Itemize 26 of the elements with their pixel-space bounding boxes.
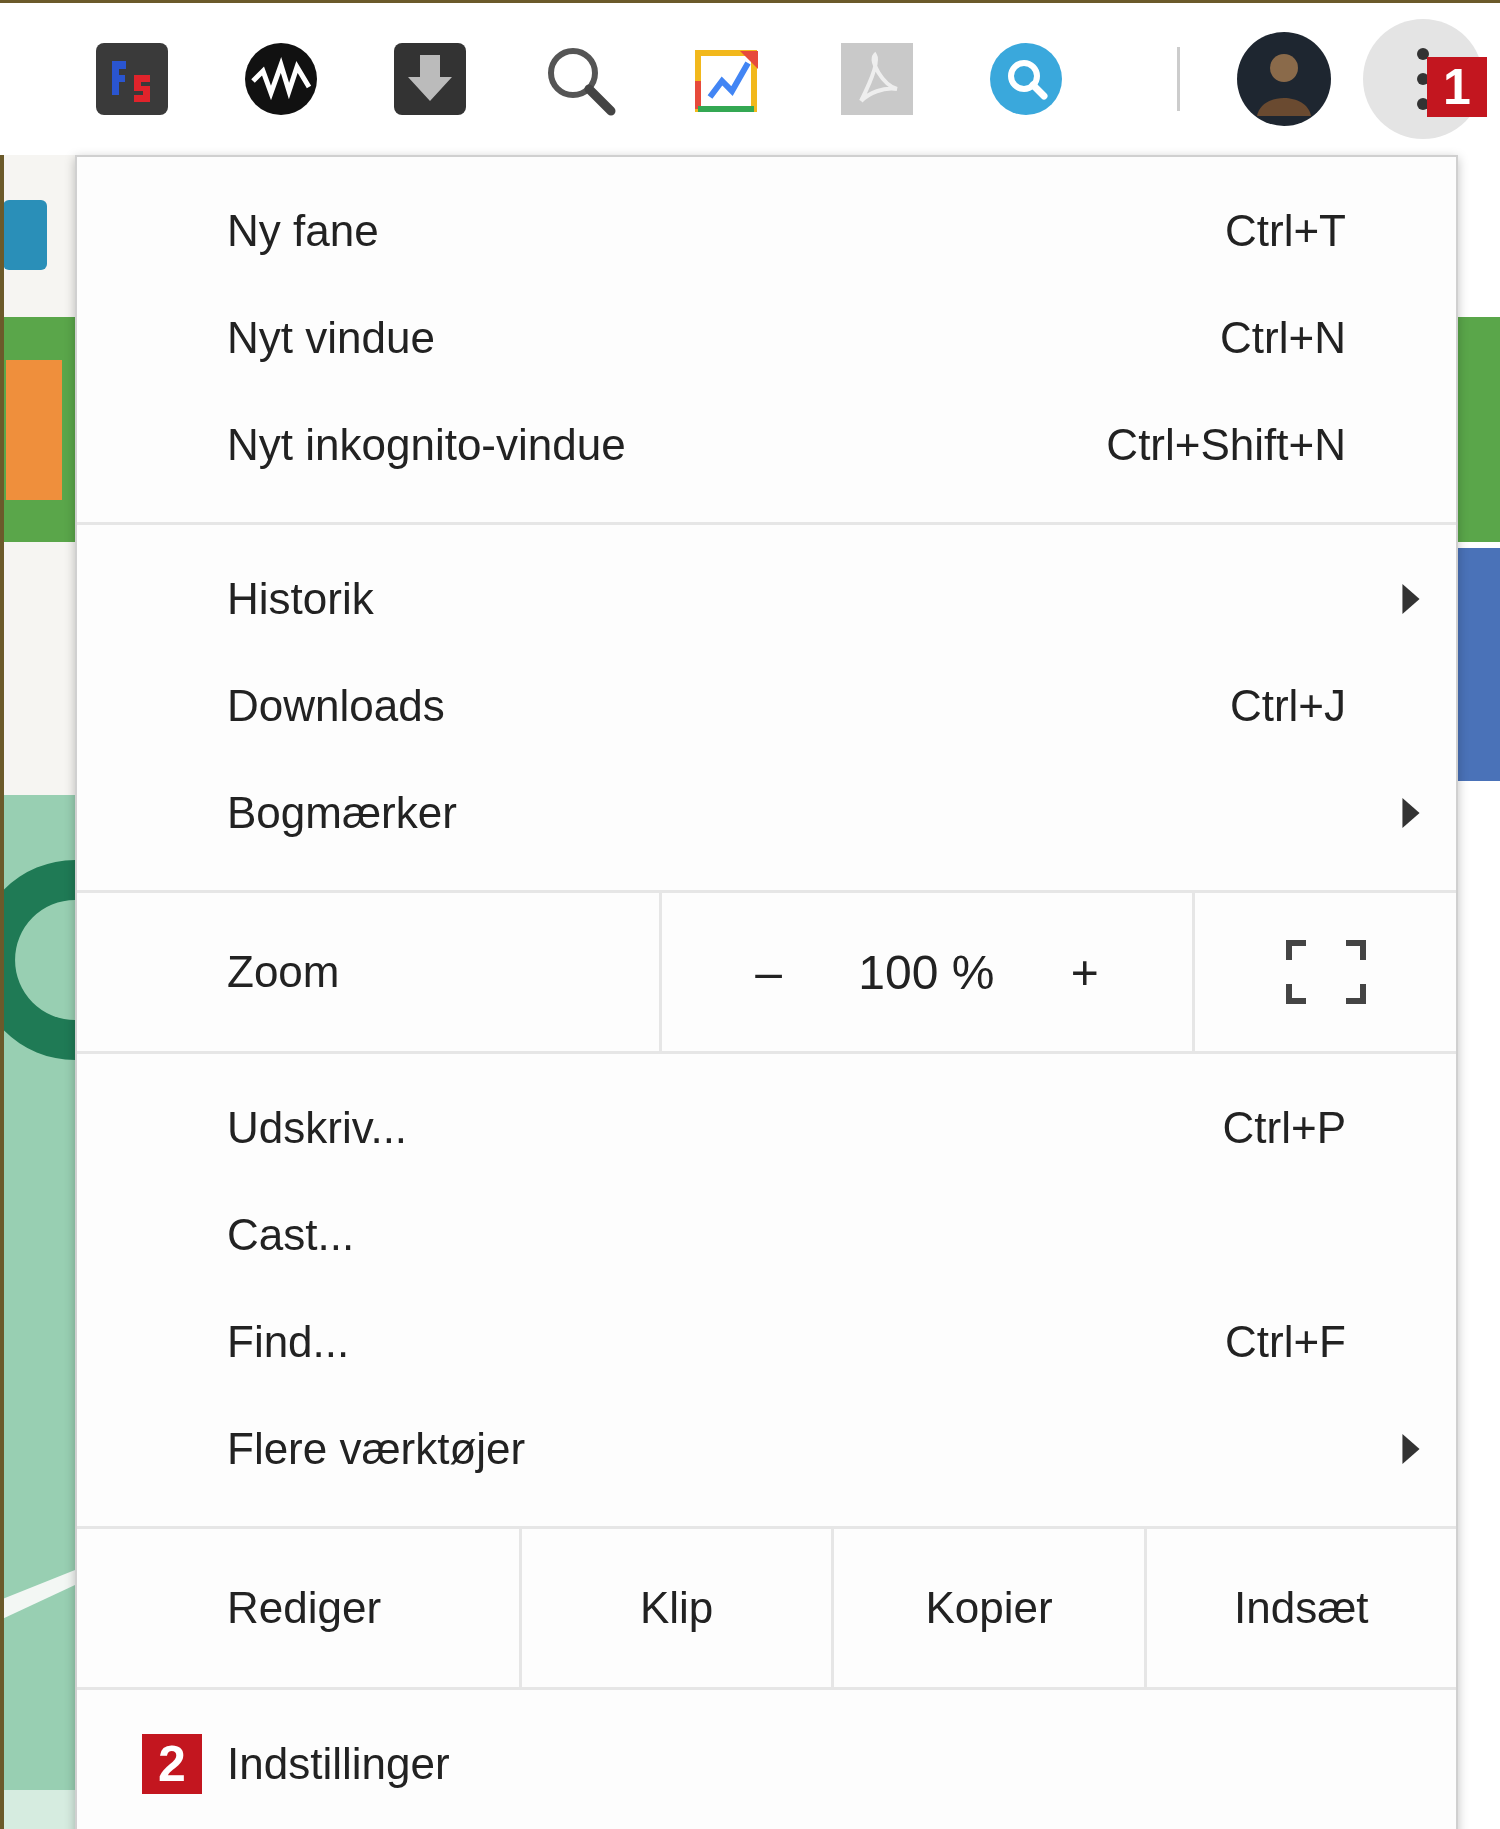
download-icon[interactable] xyxy=(392,41,468,117)
zoom-level: 100 % xyxy=(858,944,995,1000)
more-options-icon xyxy=(1416,47,1430,111)
menu-item[interactable]: Ny fane Ctrl+T xyxy=(77,177,1456,284)
menu-item[interactable]: Cast... xyxy=(77,1181,1456,1288)
menu-item[interactable]: Flere værktøjer xyxy=(77,1395,1456,1502)
menu-item[interactable]: Nyt inkognito-vindue Ctrl+Shift+N xyxy=(77,391,1456,498)
zoom-label: Zoom xyxy=(227,947,340,997)
menu-item[interactable]: Bogmærker xyxy=(77,759,1456,866)
zoom-out-button[interactable]: – xyxy=(745,944,792,1000)
menu-item[interactable]: Historik xyxy=(77,545,1456,652)
profile-avatar[interactable] xyxy=(1237,32,1331,126)
zoom-in-button[interactable]: + xyxy=(1060,944,1109,1000)
fullscreen-icon[interactable] xyxy=(1285,940,1366,1004)
menu-item[interactable]: Udskriv... Ctrl+P xyxy=(77,1074,1456,1181)
edit-button[interactable]: Indsæt xyxy=(1146,1529,1456,1687)
menu-item[interactable]: 2 Indstillinger xyxy=(77,1710,1456,1817)
edit-label: Rediger xyxy=(227,1583,382,1633)
menu-item[interactable]: Nyt vindue Ctrl+N xyxy=(77,284,1456,391)
callout-badge: 2 xyxy=(142,1734,202,1794)
app-tile-icon[interactable] xyxy=(94,41,170,117)
callout-badge: 1 xyxy=(1427,57,1487,117)
menu-item[interactable]: Downloads Ctrl+J xyxy=(77,652,1456,759)
waveform-icon[interactable] xyxy=(243,41,319,117)
menu-item[interactable]: Find... Ctrl+F xyxy=(77,1288,1456,1395)
search-icon[interactable] xyxy=(988,41,1064,117)
